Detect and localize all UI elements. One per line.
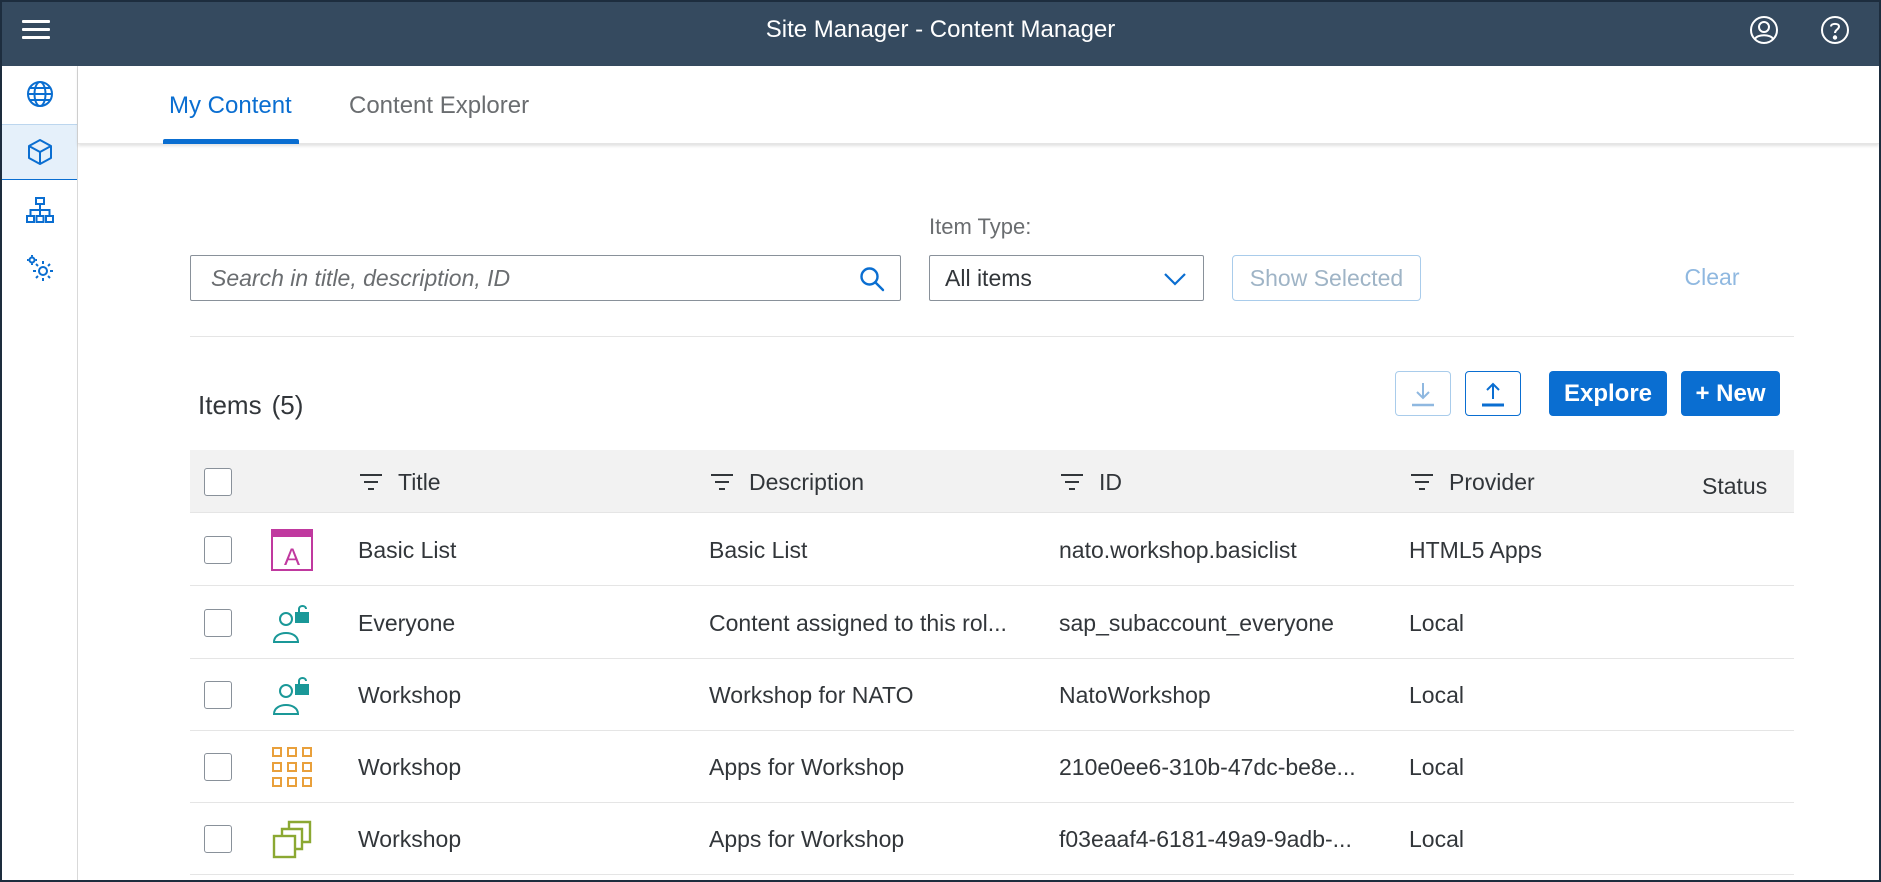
cell-provider: HTML5 Apps — [1409, 537, 1542, 563]
sort-filter-icon — [1411, 473, 1433, 490]
search-input[interactable] — [191, 256, 831, 300]
cell-id: sap_subaccount_everyone — [1059, 610, 1334, 636]
side-navigation — [2, 66, 78, 880]
nav-item-content-manager[interactable] — [2, 124, 77, 180]
cell-id: f03eaaf4-6181-49a9-9adb-... — [1059, 826, 1352, 852]
cell-description: Content assigned to this rol... — [709, 610, 1007, 636]
cell-provider: Local — [1409, 682, 1464, 708]
table-row[interactable]: Workshop Apps for Workshop f03eaaf4-6181… — [190, 803, 1794, 875]
download-icon — [1412, 382, 1434, 406]
table-row[interactable]: Workshop Workshop for NATO NatoWorkshop … — [190, 659, 1794, 731]
cell-provider: Local — [1409, 826, 1464, 852]
active-tab-indicator — [163, 139, 299, 144]
filter-divider — [190, 336, 1794, 337]
tab-my-content[interactable]: My Content — [169, 66, 292, 144]
explore-button[interactable]: Explore — [1549, 371, 1667, 416]
row-checkbox[interactable] — [204, 609, 232, 637]
column-header-id[interactable]: ID — [1059, 450, 1122, 513]
cell-title: Workshop — [358, 826, 462, 852]
app-tile-icon: A — [271, 529, 313, 571]
cell-provider: Local — [1409, 610, 1464, 636]
table-row[interactable]: Workshop Apps for Workshop 210e0ee6-310b… — [190, 731, 1794, 803]
role-icon — [272, 677, 309, 715]
cell-status — [1702, 659, 1782, 731]
column-header-title[interactable]: Title — [358, 450, 441, 513]
shell-bar: Site Manager - Content Manager — [2, 2, 1879, 66]
sort-filter-icon — [1061, 473, 1083, 490]
catalog-grid-icon — [272, 747, 312, 787]
cell-title: Workshop — [358, 682, 462, 708]
download-button[interactable] — [1395, 371, 1451, 416]
items-title: Items — [198, 390, 262, 420]
cell-description: Workshop for NATO — [709, 682, 914, 708]
row-checkbox[interactable] — [204, 825, 232, 853]
chevron-down-icon — [1164, 273, 1186, 286]
upload-button[interactable] — [1465, 371, 1521, 416]
cell-title: Workshop — [358, 754, 462, 780]
upload-icon — [1482, 382, 1504, 406]
cell-description: Basic List — [709, 537, 808, 563]
items-heading: Items (5) — [198, 390, 303, 421]
group-copy-icon — [272, 820, 312, 859]
item-type-label: Item Type: — [929, 214, 1032, 239]
table-row[interactable]: Everyone Content assigned to this rol...… — [190, 587, 1794, 659]
sort-filter-icon — [711, 473, 733, 490]
tab-content-explorer[interactable]: Content Explorer — [349, 66, 529, 144]
nav-item-sites[interactable] — [2, 66, 77, 122]
item-type-value: All items — [945, 265, 1032, 291]
search-icon[interactable] — [858, 265, 886, 293]
row-checkbox[interactable] — [204, 681, 232, 709]
nav-item-hierarchy[interactable] — [2, 182, 77, 238]
cell-status — [1702, 514, 1782, 586]
column-header-provider[interactable]: Provider — [1409, 450, 1535, 513]
app-title: Site Manager - Content Manager — [765, 16, 1116, 43]
cell-provider: Local — [1409, 754, 1464, 780]
cube-icon — [27, 139, 52, 165]
cell-description: Apps for Workshop — [709, 754, 905, 780]
cell-status — [1702, 731, 1782, 803]
new-button[interactable]: + New — [1681, 371, 1780, 416]
select-all-checkbox[interactable] — [204, 468, 232, 496]
clear-button[interactable]: Clear — [1667, 255, 1757, 301]
cell-status — [1702, 803, 1782, 875]
cell-status — [1702, 587, 1782, 659]
app-window: Site Manager - Content Manager My Conten… — [0, 0, 1881, 882]
table-row[interactable]: A Basic List Basic List nato.workshop.ba… — [190, 514, 1794, 586]
row-checkbox[interactable] — [204, 753, 232, 781]
svg-text:A: A — [284, 544, 300, 571]
show-selected-button[interactable]: Show Selected — [1232, 255, 1421, 301]
role-icon — [272, 605, 309, 643]
tab-bar: My Content Content Explorer — [78, 66, 1879, 144]
cell-id: nato.workshop.basiclist — [1059, 537, 1297, 563]
hierarchy-icon — [25, 197, 54, 223]
table-header: Title Description ID Provider Status — [190, 450, 1794, 513]
settings-gears-icon — [26, 255, 53, 281]
nav-item-settings[interactable] — [2, 240, 77, 296]
cell-title: Basic List — [358, 537, 457, 563]
column-header-description[interactable]: Description — [709, 450, 864, 513]
column-header-status: Status — [1702, 472, 1768, 499]
cell-id: NatoWorkshop — [1059, 682, 1211, 708]
globe-icon — [26, 81, 53, 107]
user-account-icon[interactable] — [1748, 14, 1780, 46]
item-type-select[interactable]: All items — [929, 255, 1204, 301]
cell-id: 210e0ee6-310b-47dc-be8e... — [1059, 754, 1356, 780]
items-count: (5) — [271, 390, 304, 420]
row-checkbox[interactable] — [204, 536, 232, 564]
help-icon[interactable] — [1819, 14, 1851, 46]
search-field — [190, 255, 901, 301]
cell-title: Everyone — [358, 610, 456, 636]
sort-filter-icon — [360, 473, 382, 490]
cell-description: Apps for Workshop — [709, 826, 905, 852]
